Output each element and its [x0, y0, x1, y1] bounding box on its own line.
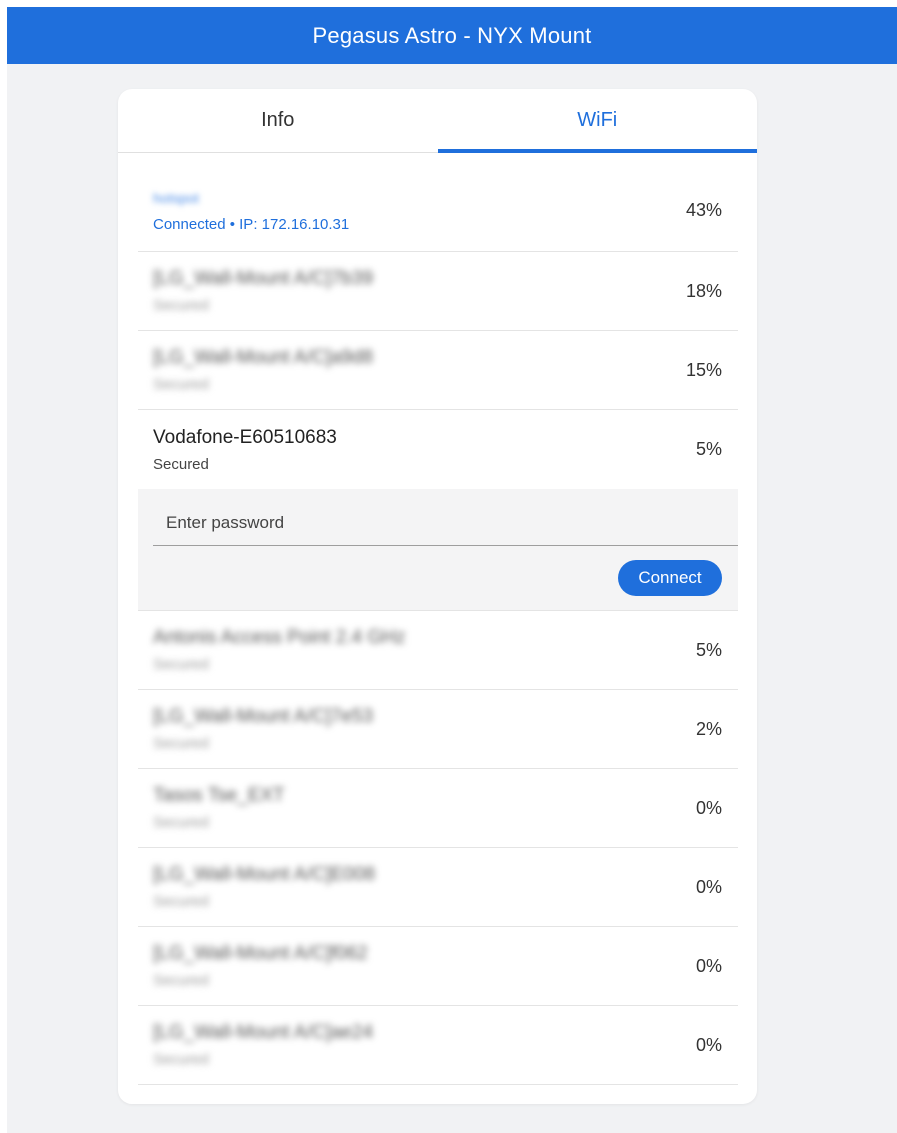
signal-strength: 0%: [695, 1034, 722, 1055]
signal-strength: 18%: [685, 280, 722, 301]
network-status: Secured: [153, 814, 209, 831]
network-info: [LG_Wall-Mount A/C]ae24 Secured: [153, 1021, 373, 1069]
network-ssid: hotspot: [153, 190, 199, 206]
network-row-selected[interactable]: Vodafone-E60510683 Secured 5%: [138, 410, 738, 489]
network-ssid: Tasos Tse_EXT: [153, 785, 285, 806]
network-status: Secured: [153, 656, 209, 673]
app-title: Pegasus Astro - NYX Mount: [312, 22, 592, 48]
network-row[interactable]: [LG_Wall-Mount A/C]ae24 Secured 0%: [138, 1006, 738, 1085]
signal-strength: 0%: [695, 955, 722, 976]
signal-strength: 5%: [695, 639, 722, 660]
connect-button[interactable]: Connect: [618, 560, 722, 596]
network-row[interactable]: [LG_Wall-Mount A/C]a9d8 Secured 15%: [138, 331, 738, 410]
signal-strength: 15%: [685, 359, 722, 380]
network-row[interactable]: [LG_Wall-Mount A/C]f062 Secured 0%: [138, 927, 738, 1006]
signal-strength: 43%: [685, 199, 722, 220]
network-status: Connected • IP: 172.16.10.31: [153, 216, 350, 233]
network-status: Secured: [153, 1051, 209, 1068]
tab-info[interactable]: Info: [118, 89, 438, 152]
password-panel: Connect: [138, 489, 738, 611]
network-info: Antonis Access Point 2.4 GHz Secured: [153, 626, 405, 674]
network-info: Vodafone-E60510683 Secured: [153, 426, 337, 474]
network-info: [LG_Wall-Mount A/C]7e53 Secured: [153, 705, 373, 753]
tab-wifi[interactable]: WiFi: [437, 89, 758, 153]
network-info: Tasos Tse_EXT Secured: [153, 784, 285, 832]
network-status: Secured: [153, 376, 209, 393]
network-status: Secured: [153, 972, 209, 989]
network-list: hotspot Connected • IP: 172.16.10.31 43%…: [118, 153, 757, 1085]
signal-strength: 0%: [695, 876, 722, 897]
app-frame: Pegasus Astro - NYX Mount Info WiFi hots…: [7, 7, 897, 1133]
network-status: Secured: [153, 893, 209, 910]
network-ssid: [LG_Wall-Mount A/C]a9d8: [153, 347, 374, 368]
wifi-card: Info WiFi hotspot Connected • IP: 172.16…: [118, 89, 757, 1104]
network-info: [LG_Wall-Mount A/C]a9d8 Secured: [153, 346, 373, 394]
network-ssid: [LG_Wall-Mount A/C]7b39: [153, 268, 374, 289]
network-info: [LG_Wall-Mount A/C]E008 Secured: [153, 863, 375, 911]
network-row-connected[interactable]: hotspot Connected • IP: 172.16.10.31 43%: [138, 153, 738, 252]
network-row[interactable]: [LG_Wall-Mount A/C]E008 Secured 0%: [138, 848, 738, 927]
network-info: hotspot Connected • IP: 172.16.10.31: [153, 186, 349, 234]
password-input[interactable]: [153, 501, 738, 546]
network-status: Secured: [153, 735, 209, 752]
tab-bar: Info WiFi: [118, 89, 757, 153]
signal-strength: 5%: [695, 439, 722, 459]
app-header: Pegasus Astro - NYX Mount: [7, 7, 897, 64]
network-ssid: [LG_Wall-Mount A/C]f062: [153, 943, 368, 964]
signal-strength: 0%: [695, 797, 722, 818]
network-row[interactable]: Tasos Tse_EXT Secured 0%: [138, 769, 738, 848]
network-status: Secured: [153, 297, 209, 314]
network-ssid: [LG_Wall-Mount A/C]7e53: [153, 706, 374, 727]
network-info: [LG_Wall-Mount A/C]f062 Secured: [153, 942, 368, 990]
signal-strength: 2%: [695, 718, 722, 739]
network-ssid: [LG_Wall-Mount A/C]ae24: [153, 1022, 374, 1043]
network-ssid: [LG_Wall-Mount A/C]E008: [153, 864, 376, 885]
network-ssid: Vodafone-E60510683: [153, 426, 337, 448]
network-status: Secured: [153, 455, 209, 473]
network-row[interactable]: Antonis Access Point 2.4 GHz Secured 5%: [138, 611, 738, 690]
network-row[interactable]: [LG_Wall-Mount A/C]7e53 Secured 2%: [138, 690, 738, 769]
network-row[interactable]: [LG_Wall-Mount A/C]7b39 Secured 18%: [138, 252, 738, 331]
network-info: [LG_Wall-Mount A/C]7b39 Secured: [153, 267, 373, 315]
network-ssid: Antonis Access Point 2.4 GHz: [153, 627, 406, 648]
